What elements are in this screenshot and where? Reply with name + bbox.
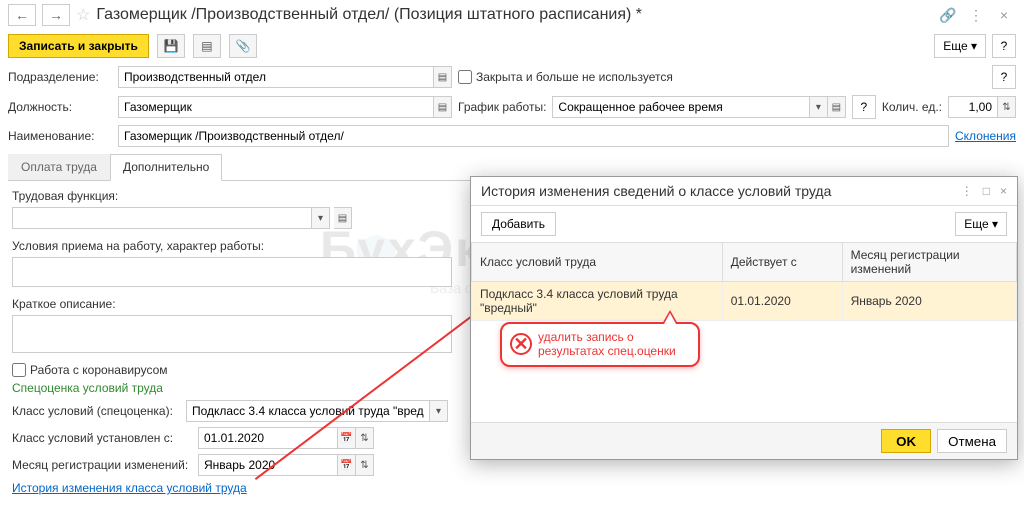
forward-button[interactable]: → [42, 4, 70, 26]
calendar-icon[interactable]: 📅 [338, 427, 356, 449]
class-input[interactable] [186, 400, 430, 422]
close-icon[interactable]: × [1000, 184, 1007, 198]
col-from[interactable]: Действует с [722, 243, 842, 282]
name-input[interactable] [118, 125, 949, 147]
from-input[interactable] [198, 427, 338, 449]
schedule-input[interactable] [552, 96, 809, 118]
window-title: Газомерщик /Производственный отдел/ (Поз… [96, 6, 642, 24]
closed-checkbox[interactable]: Закрыта и больше не используется [458, 70, 673, 84]
star-icon[interactable]: ☆ [76, 5, 90, 25]
tab-additional[interactable]: Дополнительно [110, 154, 222, 181]
position-label: Должность: [8, 100, 112, 114]
link-icon[interactable]: 🔗 [936, 4, 960, 26]
col-class[interactable]: Класс условий труда [472, 243, 723, 282]
month-input[interactable] [198, 454, 338, 476]
annotation-callout: ✕ удалить запись о результатах спец.оцен… [500, 322, 700, 367]
attach-button[interactable]: 📎 [229, 34, 257, 58]
labor-func-label: Трудовая функция: [12, 189, 448, 203]
department-input[interactable] [118, 66, 434, 88]
covid-checkbox[interactable]: Работа с коронавирусом [12, 363, 448, 377]
schedule-label: График работы: [458, 100, 546, 114]
short-desc-label: Краткое описание: [12, 297, 448, 311]
help-dept-button[interactable]: ? [992, 65, 1016, 89]
window-icon[interactable]: □ [983, 184, 990, 198]
ok-button[interactable]: OK [881, 429, 931, 453]
cancel-button[interactable]: Отмена [937, 429, 1007, 453]
close-icon[interactable]: × [992, 4, 1016, 26]
help-button[interactable]: ? [992, 34, 1016, 58]
list-button[interactable]: ▤ [193, 34, 221, 58]
kebab-icon[interactable]: ⋮ [964, 4, 988, 26]
class-label: Класс условий (спецоценка): [12, 404, 180, 418]
department-label: Подразделение: [8, 70, 112, 84]
position-input[interactable] [118, 96, 434, 118]
open-icon[interactable]: ▤ [334, 207, 352, 229]
dialog-title: История изменения сведений о классе усло… [481, 183, 831, 199]
open-icon[interactable]: ▤ [828, 96, 846, 118]
history-dialog: История изменения сведений о классе усло… [470, 176, 1018, 460]
month-label: Месяц регистрации изменений: [12, 458, 192, 472]
col-month[interactable]: Месяц регистрации изменений [842, 243, 1016, 282]
add-button[interactable]: Добавить [481, 212, 556, 236]
history-table: Класс условий труда Действует с Месяц ре… [471, 242, 1017, 321]
short-desc-input[interactable] [12, 315, 452, 353]
spinner-icon[interactable]: ⇅ [356, 454, 374, 476]
labor-func-input[interactable] [12, 207, 312, 229]
qty-input[interactable] [948, 96, 998, 118]
dropdown-icon[interactable]: ▾ [810, 96, 828, 118]
save-close-button[interactable]: Записать и закрыть [8, 34, 149, 58]
kebab-icon[interactable]: ⋮ [961, 184, 973, 198]
spinner-icon[interactable]: ⇅ [356, 427, 374, 449]
callout-text: удалить запись о результатах спец.оценки [538, 330, 690, 359]
tab-payment[interactable]: Оплата труда [8, 154, 110, 180]
name-label: Наименование: [8, 129, 112, 143]
more-button[interactable]: Еще ▾ [934, 34, 986, 58]
spinner-icon[interactable]: ⇅ [998, 96, 1016, 118]
hire-cond-input[interactable] [12, 257, 452, 287]
history-link[interactable]: История изменения класса условий труда [12, 481, 247, 495]
open-icon[interactable]: ▤ [434, 96, 452, 118]
qty-label: Колич. ед.: [882, 100, 942, 114]
open-icon[interactable]: ▤ [434, 66, 452, 88]
delete-x-icon: ✕ [510, 333, 532, 355]
back-button[interactable]: ← [8, 4, 36, 26]
dialog-more-button[interactable]: Еще ▾ [955, 212, 1007, 236]
table-row[interactable]: Подкласс 3.4 класса условий труда "вредн… [472, 282, 1017, 321]
hire-cond-label: Условия приема на работу, характер работ… [12, 239, 448, 253]
save-button[interactable]: 💾 [157, 34, 185, 58]
help-sched-button[interactable]: ? [852, 95, 876, 119]
dropdown-icon[interactable]: ▾ [312, 207, 330, 229]
dropdown-icon[interactable]: ▾ [430, 400, 448, 422]
from-label: Класс условий установлен с: [12, 431, 192, 445]
sout-header: Спецоценка условий труда [12, 381, 448, 395]
calendar-icon[interactable]: 📅 [338, 454, 356, 476]
declensions-link[interactable]: Склонения [955, 129, 1016, 143]
